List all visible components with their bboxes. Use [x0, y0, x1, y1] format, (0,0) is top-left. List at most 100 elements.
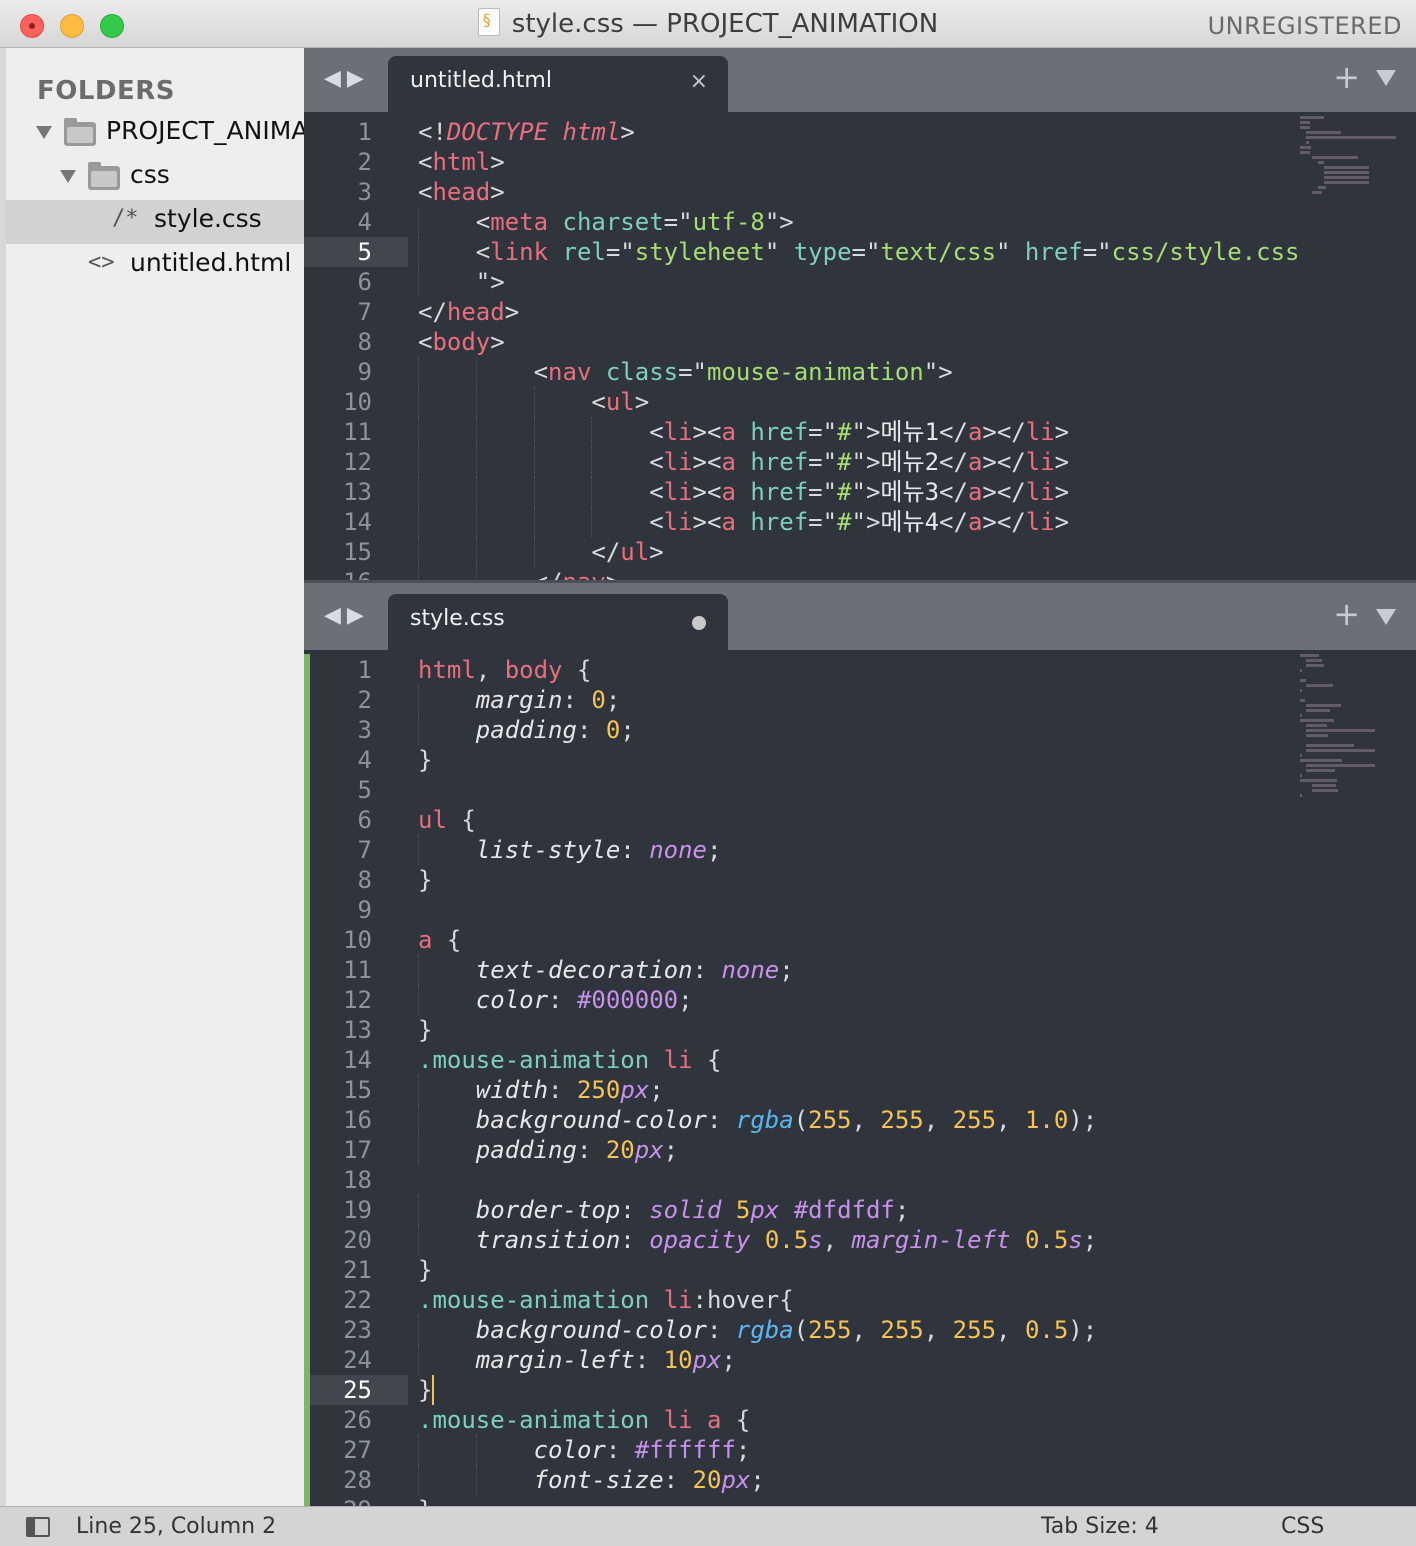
sidebar-item-css-folder[interactable]: css: [6, 156, 304, 200]
tab-style-css[interactable]: style.css: [388, 594, 728, 650]
line-number: 8: [357, 866, 372, 894]
code-line[interactable]: 19 border-top: solid 5px #dfdfdf;: [304, 1195, 1416, 1225]
code-line[interactable]: 21}: [304, 1255, 1416, 1285]
indent-guide: [533, 507, 535, 537]
line-number: 15: [343, 538, 372, 566]
code-line[interactable]: 14 .mouse-animation li {: [304, 1045, 1416, 1075]
code-line[interactable]: 26 .mouse-animation li a {: [304, 1405, 1416, 1435]
code-line[interactable]: 29}: [304, 1495, 1416, 1506]
line-number: 15: [343, 1076, 372, 1104]
sidebar-item-project-folder[interactable]: PROJECT_ANIMAT: [6, 112, 304, 156]
code-line[interactable]: 9 <nav class="mouse-animation">: [304, 357, 1416, 387]
code-text: color: #000000;: [475, 986, 693, 1014]
code-text: }: [418, 1256, 433, 1284]
code-line[interactable]: 8 <body>: [304, 327, 1416, 357]
window-title: style.css — PROJECT_ANIMATION: [0, 8, 1416, 39]
code-line[interactable]: 28 font-size: 20px;: [304, 1465, 1416, 1495]
code-line[interactable]: 9: [304, 895, 1416, 925]
code-line[interactable]: 4}: [304, 745, 1416, 775]
tab-navigation-arrows-icon[interactable]: ◀▶: [324, 603, 370, 628]
indent-guide: [475, 507, 477, 537]
code-line[interactable]: 15 </ul>: [304, 537, 1416, 567]
line-number: 13: [343, 478, 372, 506]
line-number: 7: [357, 298, 372, 326]
indent-guide: [418, 387, 419, 417]
code-line[interactable]: 10 a {: [304, 925, 1416, 955]
code-line[interactable]: 22 .mouse-animation li:hover{: [304, 1285, 1416, 1315]
code-line[interactable]: 17 padding: 20px;: [304, 1135, 1416, 1165]
indent-guide: [418, 477, 419, 507]
code-line[interactable]: 3 <head>: [304, 177, 1416, 207]
line-number: 27: [343, 1436, 372, 1464]
code-line[interactable]: 20 transition: opacity 0.5s, margin-left …: [304, 1225, 1416, 1255]
code-line[interactable]: 1 html, body {: [304, 655, 1416, 685]
indent-guide: [475, 537, 477, 567]
code-line[interactable]: 5 <link rel="styleheet" type="text/css" h…: [304, 237, 1416, 267]
code-line[interactable]: 18: [304, 1165, 1416, 1195]
line-number: 21: [343, 1256, 372, 1284]
code-line[interactable]: 13}: [304, 1015, 1416, 1045]
code-line[interactable]: 12 color: #000000;: [304, 985, 1416, 1015]
toggle-sidebar-icon[interactable]: [26, 1517, 50, 1537]
line-number: 11: [343, 956, 372, 984]
code-line[interactable]: 14 <li><a href="#">메뉴4</a></li>: [304, 507, 1416, 537]
tab-size-selector[interactable]: Tab Size: 4: [1041, 1514, 1159, 1539]
cursor-position[interactable]: Line 25, Column 2: [76, 1514, 276, 1539]
code-line[interactable]: 7 list-style: none;: [304, 835, 1416, 865]
code-line[interactable]: 11 text-decoration: none;: [304, 955, 1416, 985]
bottom-pane-tab-bar: ◀▶ style.css +: [304, 583, 1416, 650]
code-line[interactable]: 1 <!DOCTYPE html>: [304, 117, 1416, 147]
code-line[interactable]: 16 background-color: rgba(255, 255, 255, …: [304, 1105, 1416, 1135]
new-tab-plus-icon[interactable]: +: [1333, 595, 1360, 633]
code-line[interactable]: 12 <li><a href="#">메뉴2</a></li>: [304, 447, 1416, 477]
code-line[interactable]: 10 <ul>: [304, 387, 1416, 417]
code-text: <ul>: [591, 388, 650, 416]
code-text: }: [418, 1375, 435, 1405]
code-line[interactable]: 11 <li><a href="#">메뉴1</a></li>: [304, 417, 1416, 447]
code-line[interactable]: 2 margin: 0;: [304, 685, 1416, 715]
line-number: 12: [343, 448, 372, 476]
code-line[interactable]: 13 <li><a href="#">메뉴3</a></li>: [304, 477, 1416, 507]
code-line[interactable]: 27 color: #ffffff;: [304, 1435, 1416, 1465]
unsaved-dot-icon[interactable]: [692, 616, 706, 630]
code-line[interactable]: 24 margin-left: 10px;: [304, 1345, 1416, 1375]
line-number: 16: [343, 1106, 372, 1134]
code-line[interactable]: 7 </head>: [304, 297, 1416, 327]
code-line[interactable]: 4 <meta charset="utf-8">: [304, 207, 1416, 237]
line-number: 20: [343, 1226, 372, 1254]
code-line[interactable]: 5: [304, 775, 1416, 805]
tab-untitled-html[interactable]: untitled.html ×: [388, 56, 728, 112]
tab-navigation-arrows-icon[interactable]: ◀▶: [324, 66, 370, 91]
line-number: 18: [343, 1166, 372, 1194]
syntax-selector[interactable]: CSS: [1281, 1514, 1324, 1539]
code-line[interactable]: 23 background-color: rgba(255, 255, 255, …: [304, 1315, 1416, 1345]
code-text: font-size: 20px;: [533, 1466, 765, 1494]
code-text: a {: [418, 926, 462, 954]
new-tab-plus-icon[interactable]: +: [1333, 58, 1360, 96]
line-number: 3: [357, 178, 372, 206]
code-text: <li><a href="#">메뉴2</a></li>: [649, 448, 1070, 476]
sidebar: FOLDERS PROJECT_ANIMAT css /* style.css …: [6, 48, 304, 1506]
html-editor[interactable]: 1 <!DOCTYPE html> 2 <html> 3 <head> 4 <meta cha…: [304, 112, 1416, 580]
sidebar-item-style-css[interactable]: /* style.css: [6, 200, 304, 244]
code-line[interactable]: 16 </nav>: [304, 567, 1416, 580]
code-line[interactable]: 6 ul {: [304, 805, 1416, 835]
sidebar-item-untitled-html[interactable]: <> untitled.html: [6, 244, 304, 288]
code-text: html, body {: [418, 656, 592, 684]
code-line[interactable]: 3 padding: 0;: [304, 715, 1416, 745]
close-tab-icon[interactable]: ×: [690, 69, 708, 94]
disclosure-triangle-icon[interactable]: [60, 170, 76, 183]
code-line[interactable]: 15 width: 250px;: [304, 1075, 1416, 1105]
pane-menu-chevron-down-icon[interactable]: [1376, 609, 1396, 625]
sidebar-item-label: style.css: [154, 204, 262, 233]
code-line[interactable]: 6 ">: [304, 267, 1416, 297]
disclosure-triangle-icon[interactable]: [36, 126, 52, 139]
code-line[interactable]: 25}: [304, 1375, 1416, 1405]
code-line[interactable]: 8}: [304, 865, 1416, 895]
folders-header: FOLDERS: [37, 76, 176, 106]
code-line[interactable]: 2 <html>: [304, 147, 1416, 177]
code-text: .mouse-animation li:hover{: [418, 1286, 794, 1314]
indent-guide: [475, 1435, 477, 1465]
css-editor[interactable]: 1 html, body {2 margin: 0; 3 padding: 0; 4} 5 6…: [304, 650, 1416, 1506]
pane-menu-chevron-down-icon[interactable]: [1376, 70, 1396, 86]
